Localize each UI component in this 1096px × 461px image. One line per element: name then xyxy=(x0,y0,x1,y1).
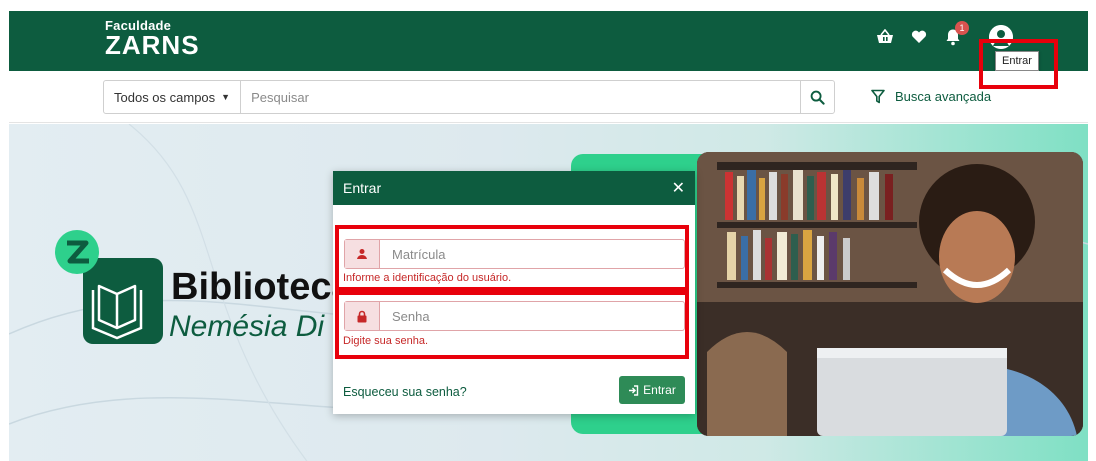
matricula-field xyxy=(344,239,685,269)
library-logo-icon xyxy=(53,230,165,353)
password-error: Digite sua senha. xyxy=(343,335,428,347)
brand-logo[interactable]: Faculdade ZARNS xyxy=(105,19,200,60)
sign-in-icon xyxy=(629,384,639,396)
search-input[interactable] xyxy=(241,81,800,113)
password-field xyxy=(344,301,685,331)
login-submit-button[interactable]: Entrar xyxy=(619,376,685,404)
password-input[interactable] xyxy=(380,302,684,330)
modal-title: Entrar xyxy=(343,180,382,196)
login-submit-label: Entrar xyxy=(643,383,676,397)
chevron-down-icon: ▼ xyxy=(221,92,231,102)
library-title: Biblioteca xyxy=(171,266,353,308)
search-button[interactable] xyxy=(800,81,834,113)
user-field-icon xyxy=(345,240,380,268)
search-group: Todos os campos ▼ xyxy=(103,80,835,114)
lock-icon xyxy=(345,302,380,330)
advanced-search-link[interactable]: Busca avançada xyxy=(871,89,991,104)
search-scope-label: Todos os campos xyxy=(114,89,216,105)
app-frame: Faculdade ZARNS 1 Entrar Todos os campos… xyxy=(9,11,1088,461)
notification-badge: 1 xyxy=(955,21,969,35)
basket-icon[interactable] xyxy=(875,27,895,47)
matricula-input[interactable] xyxy=(380,240,684,268)
close-icon[interactable]: ✕ xyxy=(672,178,685,198)
matricula-error: Informe a identificação do usuário. xyxy=(343,272,512,284)
search-icon xyxy=(810,90,825,105)
forgot-password-link[interactable]: Esqueceu sua senha? xyxy=(343,385,467,399)
brand-name: ZARNS xyxy=(105,30,200,60)
header-icons: 1 xyxy=(875,21,969,47)
filter-icon xyxy=(871,89,885,104)
advanced-search-label: Busca avançada xyxy=(895,89,992,104)
modal-header: Entrar ✕ xyxy=(333,171,695,205)
entrar-tooltip: Entrar xyxy=(995,51,1039,71)
bell-icon[interactable]: 1 xyxy=(943,21,969,47)
heart-icon[interactable] xyxy=(909,27,929,47)
user-icon[interactable] xyxy=(989,25,1013,49)
library-subtitle: Nemésia Di xyxy=(169,310,325,343)
top-navbar: Faculdade ZARNS 1 xyxy=(9,11,1088,71)
search-bar-row: Todos os campos ▼ Busca avançada xyxy=(9,71,1088,123)
login-modal: Entrar ✕ Informe a identificação do usuá… xyxy=(333,171,695,414)
hero-photo xyxy=(697,152,1083,436)
search-scope-dropdown[interactable]: Todos os campos ▼ xyxy=(104,81,242,113)
